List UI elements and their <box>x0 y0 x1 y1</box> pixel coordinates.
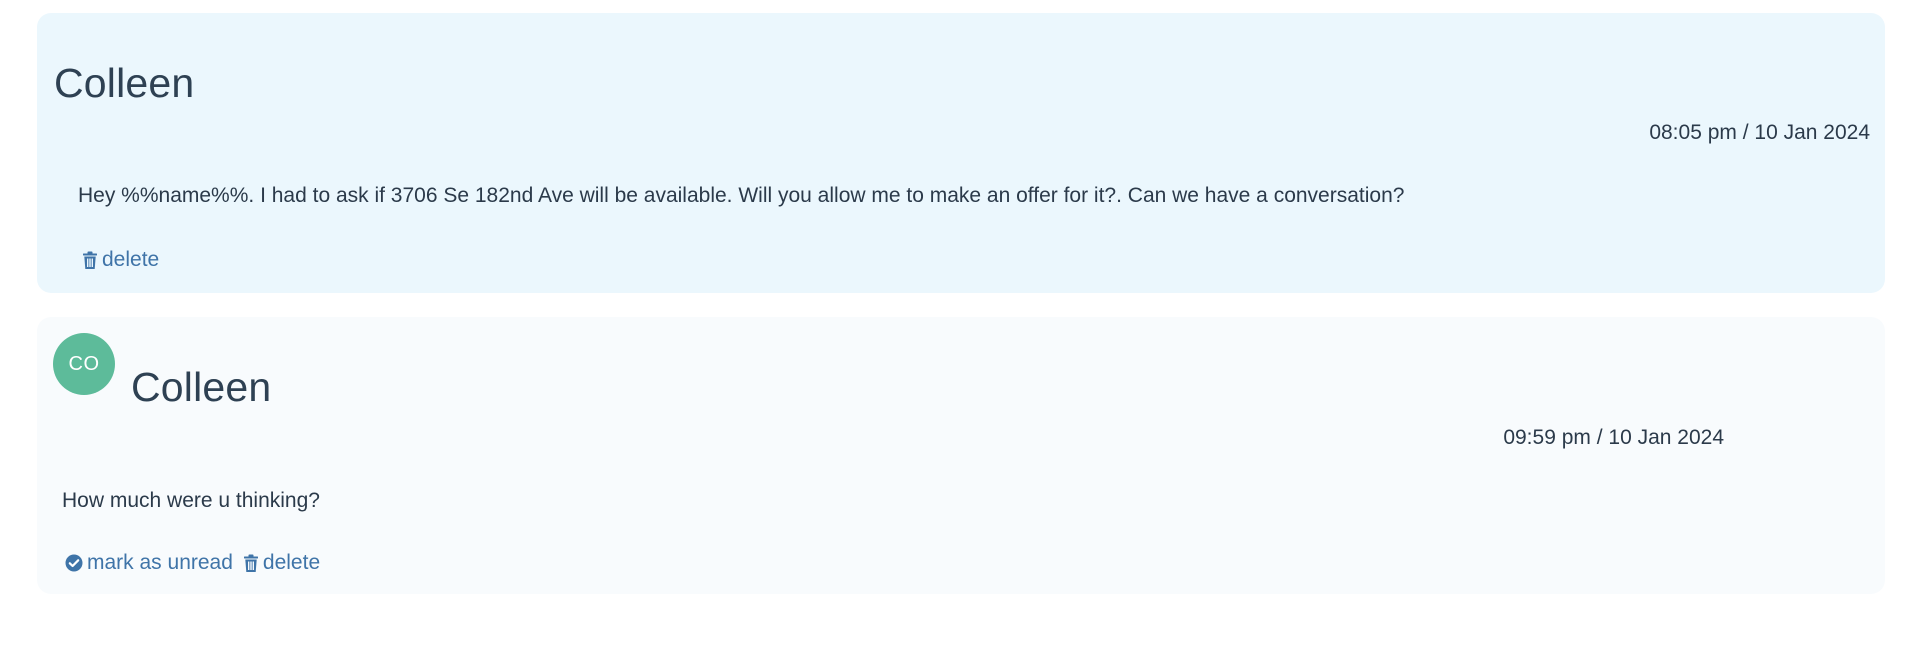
message-timestamp: 08:05 pm / 10 Jan 2024 <box>1649 121 1870 144</box>
delete-label: delete <box>102 248 160 271</box>
message-card: Colleen 08:05 pm / 10 Jan 2024 Hey %%nam… <box>37 13 1885 293</box>
delete-button[interactable]: delete <box>82 248 159 272</box>
message-body: Hey %%name%%. I had to ask if 3706 Se 18… <box>78 184 1405 207</box>
message-timestamp: 09:59 pm / 10 Jan 2024 <box>1503 426 1724 449</box>
check-circle-icon <box>65 554 83 572</box>
delete-button[interactable]: delete <box>243 551 320 575</box>
sender-name: Colleen <box>54 60 195 106</box>
mark-as-unread-button[interactable]: mark as unread <box>65 551 233 575</box>
delete-label: delete <box>262 551 321 574</box>
message-card: CO Colleen 09:59 pm / 10 Jan 2024 How mu… <box>37 317 1885 594</box>
avatar: CO <box>53 333 115 395</box>
message-thread: Colleen 08:05 pm / 10 Jan 2024 Hey %%nam… <box>0 0 1918 646</box>
trash-icon <box>82 251 98 270</box>
sender-name: Colleen <box>131 364 272 410</box>
mark-as-unread-label: mark as unread <box>87 551 233 574</box>
trash-icon <box>243 554 259 573</box>
message-body: How much were u thinking? <box>62 489 320 512</box>
message-actions: mark as unread delete <box>65 551 320 575</box>
message-actions: delete <box>82 248 159 272</box>
